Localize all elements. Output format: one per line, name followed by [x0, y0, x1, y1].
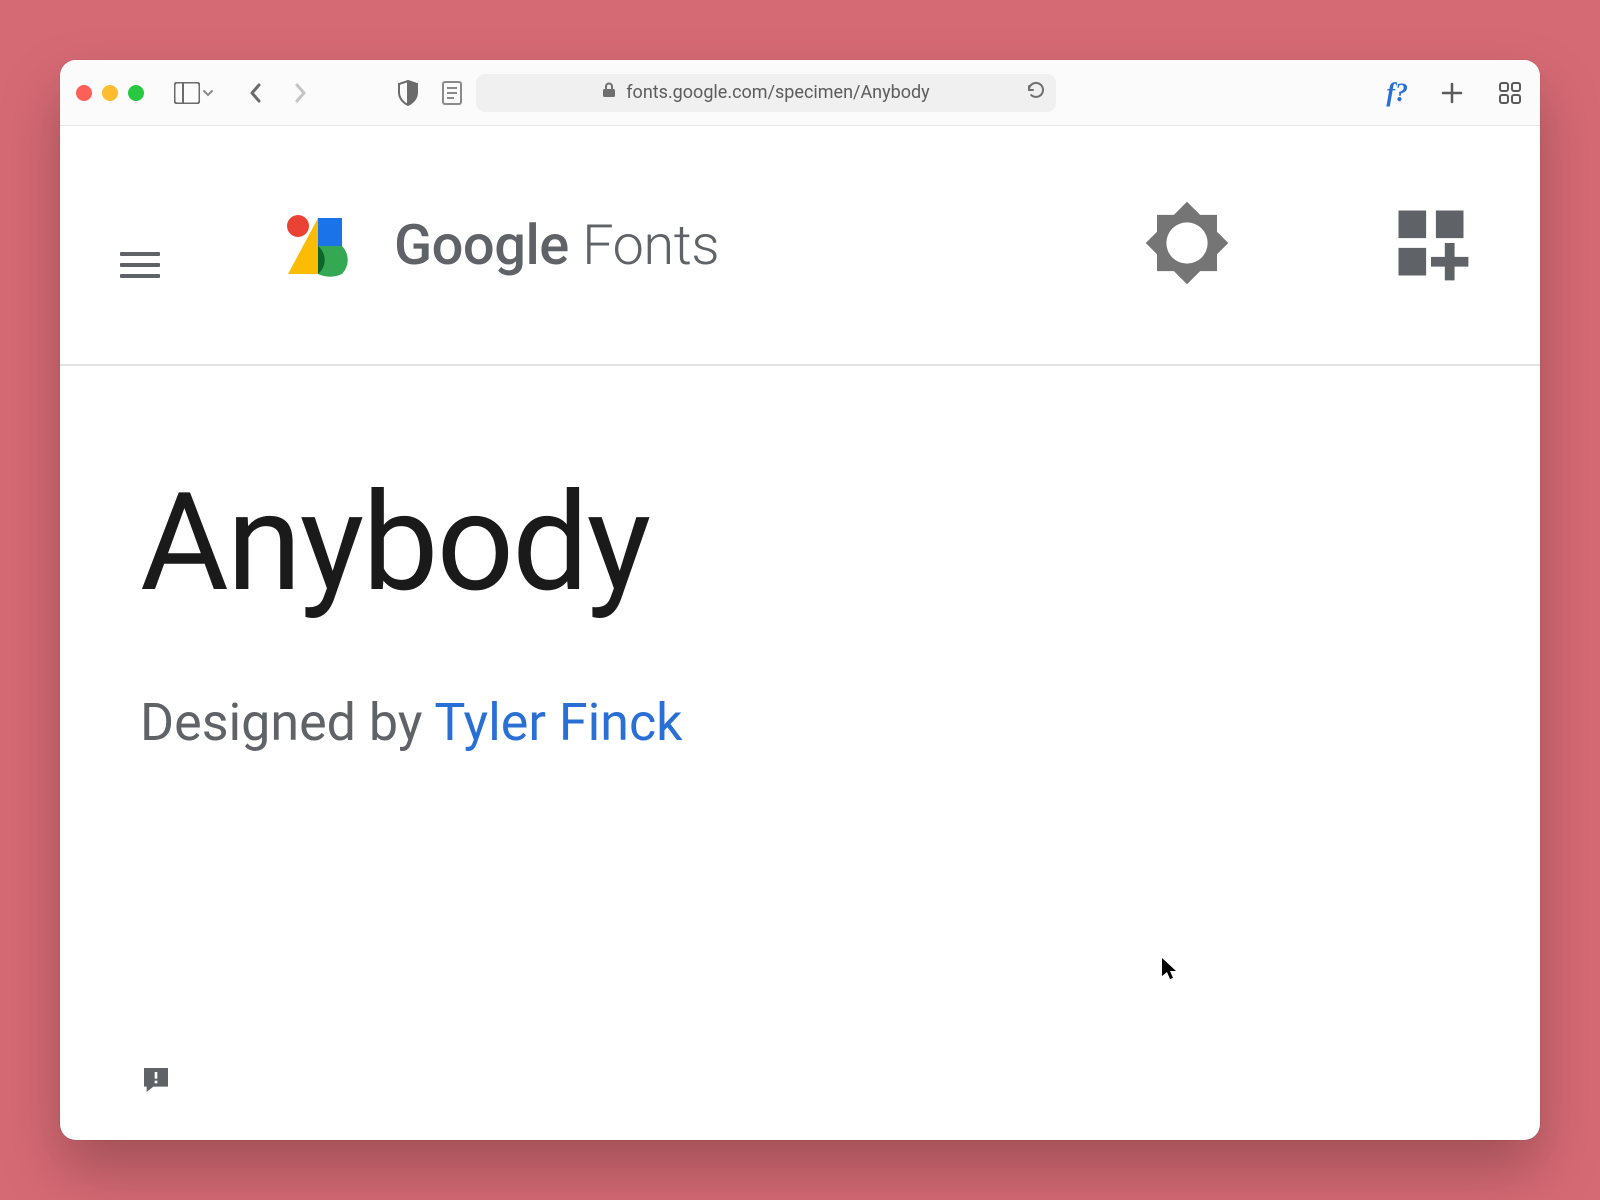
- designer-link[interactable]: Tyler Finck: [434, 692, 682, 753]
- extension-icon[interactable]: f?: [1386, 78, 1408, 108]
- url-text: fonts.google.com/specimen/Anybody: [626, 82, 929, 103]
- menu-button[interactable]: [120, 245, 160, 285]
- feedback-button[interactable]: [140, 1064, 172, 1100]
- lock-icon: [602, 82, 616, 103]
- browser-toolbar: fonts.google.com/specimen/Anybody f?: [60, 60, 1540, 126]
- sidebar-toggle-button[interactable]: [174, 82, 214, 104]
- theme-toggle-button[interactable]: [1142, 198, 1232, 292]
- privacy-shield-icon[interactable]: [394, 79, 422, 107]
- address-bar[interactable]: fonts.google.com/specimen/Anybody: [476, 74, 1056, 112]
- close-window-button[interactable]: [76, 85, 92, 101]
- minimize-window-button[interactable]: [102, 85, 118, 101]
- forward-button[interactable]: [286, 79, 314, 107]
- google-fonts-logo-icon: [280, 210, 370, 280]
- page-content: Anybody Designed by Tyler Finck: [60, 366, 1540, 1140]
- brand-logo[interactable]: Google Fonts: [280, 210, 719, 280]
- fullscreen-window-button[interactable]: [128, 85, 144, 101]
- font-name-heading: Anybody: [140, 476, 1460, 612]
- designed-by-prefix: Designed by: [140, 692, 434, 753]
- browser-window: fonts.google.com/specimen/Anybody f?: [60, 60, 1540, 1140]
- reload-button[interactable]: [1026, 80, 1046, 105]
- site-header: Google Fonts: [60, 126, 1540, 366]
- chevron-down-icon: [202, 87, 214, 99]
- window-controls: [76, 85, 144, 101]
- back-button[interactable]: [242, 79, 270, 107]
- view-selected-families-button[interactable]: [1392, 204, 1470, 286]
- brand-thin: Fonts: [582, 212, 719, 278]
- brand-bold: Google: [394, 212, 569, 278]
- mouse-cursor-icon: [1160, 956, 1180, 986]
- brand-name: Google Fonts: [394, 212, 719, 278]
- designer-line: Designed by Tyler Finck: [140, 692, 1460, 753]
- tab-overview-button[interactable]: [1496, 79, 1524, 107]
- new-tab-button[interactable]: [1438, 79, 1466, 107]
- reader-mode-icon[interactable]: [438, 79, 466, 107]
